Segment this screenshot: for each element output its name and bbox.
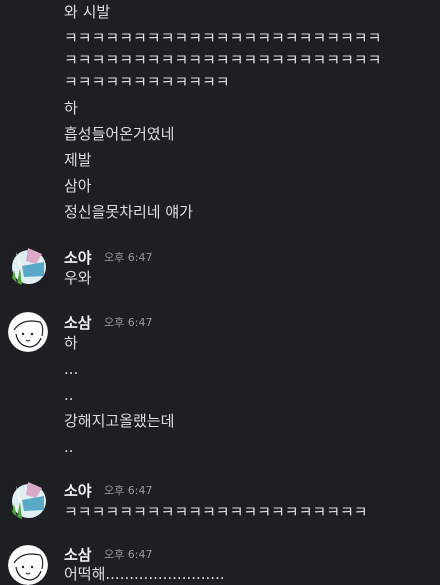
message-line[interactable]: 제발 bbox=[64, 150, 92, 170]
sosam-avatar[interactable] bbox=[8, 312, 48, 352]
message-line[interactable]: 하 bbox=[64, 333, 78, 353]
message-line[interactable]: .. bbox=[64, 437, 74, 457]
message-line[interactable]: 우와 bbox=[64, 268, 92, 288]
message-timestamp: 오후 6:47 bbox=[104, 548, 153, 561]
message-line[interactable]: ㅋㅋㅋㅋㅋㅋㅋㅋㅋㅋㅋㅋㅋㅋㅋㅋㅋㅋㅋㅋㅋㅋㅋ bbox=[64, 50, 381, 70]
message-timestamp: 오후 6:47 bbox=[104, 251, 153, 264]
soya-avatar[interactable] bbox=[8, 246, 48, 286]
message-line[interactable]: ㅋㅋㅋㅋㅋㅋㅋㅋㅋㅋㅋㅋㅋㅋㅋㅋㅋㅋㅋㅋㅋㅋㅋ bbox=[64, 28, 381, 48]
message-timestamp: 오후 6:47 bbox=[104, 484, 153, 497]
message-line[interactable]: 삼아 bbox=[64, 176, 92, 196]
message-line[interactable]: ㅋㅋㅋㅋㅋㅋㅋㅋㅋㅋㅋㅋ bbox=[64, 72, 230, 92]
message-line[interactable]: 하 bbox=[64, 98, 78, 118]
author-name[interactable]: 소삼 bbox=[64, 313, 92, 333]
message-line[interactable]: .. bbox=[64, 385, 74, 405]
author-name[interactable]: 소삼 bbox=[64, 545, 92, 565]
message-timestamp: 오후 6:47 bbox=[104, 316, 153, 329]
message-line[interactable]: 강해지고올랬는데 bbox=[64, 411, 174, 431]
message-line[interactable]: 흡성들어온거였네 bbox=[64, 124, 174, 144]
message-line[interactable]: ... bbox=[64, 359, 78, 379]
message-line[interactable]: ㅋㅋㅋㅋㅋㅋㅋㅋㅋㅋㅋㅋㅋㅋㅋㅋㅋㅋㅋㅋㅋㅋ bbox=[64, 502, 368, 522]
author-name[interactable]: 소야 bbox=[64, 248, 92, 268]
message-line[interactable]: 어떡해......................... bbox=[64, 564, 225, 584]
chat-message-list: 와 시발 ㅋㅋㅋㅋㅋㅋㅋㅋㅋㅋㅋㅋㅋㅋㅋㅋㅋㅋㅋㅋㅋㅋㅋ ㅋㅋㅋㅋㅋㅋㅋㅋㅋㅋㅋ… bbox=[0, 0, 440, 585]
author-name[interactable]: 소야 bbox=[64, 481, 92, 501]
sosam-avatar[interactable] bbox=[8, 545, 48, 585]
message-line[interactable]: 정신을못차리네 얘가 bbox=[64, 202, 193, 222]
message-line[interactable]: 와 시발 bbox=[64, 2, 110, 22]
soya-avatar[interactable] bbox=[8, 480, 48, 520]
